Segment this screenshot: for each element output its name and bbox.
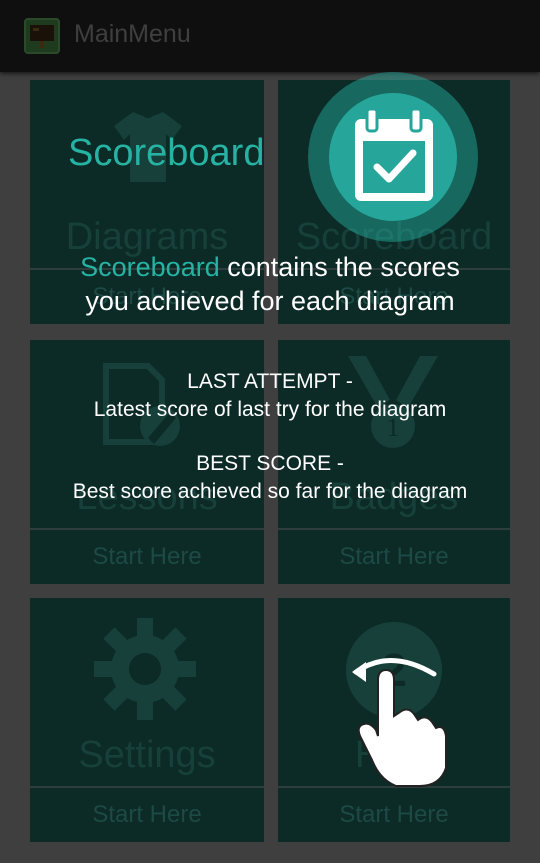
start-here-button[interactable]: Start Here xyxy=(30,268,264,324)
start-here-button[interactable]: Start Here xyxy=(30,528,264,584)
tile-title: Settings xyxy=(78,734,216,776)
tile-title: Lessons xyxy=(76,476,218,518)
medal-icon: 1 xyxy=(348,356,438,448)
tile-title: Scoreboard xyxy=(295,216,493,258)
action-bar: MainMenu xyxy=(0,0,540,72)
tile-scoreboard[interactable]: Scoreboard Start Here xyxy=(278,80,510,324)
shirt-icon xyxy=(114,112,182,182)
tile-settings[interactable]: Settings Start Here xyxy=(30,598,264,842)
start-here-button[interactable]: Start Here xyxy=(30,786,264,842)
svg-text:2: 2 xyxy=(381,644,407,696)
start-here-button[interactable]: Start Here xyxy=(278,268,510,324)
tile-title: Diagrams xyxy=(65,216,229,258)
start-here-button[interactable]: Start Here xyxy=(278,786,510,842)
tile-lessons[interactable]: Lessons Start Here xyxy=(30,340,264,584)
tile-help[interactable]: 2 Help Start Here xyxy=(278,598,510,842)
document-edit-icon xyxy=(103,363,180,446)
help-icon: 2 xyxy=(346,622,442,718)
tile-badges[interactable]: 1 Badges Start Here xyxy=(278,340,510,584)
tile-diagrams[interactable]: Diagrams Start Here xyxy=(30,80,264,324)
tile-title: Badges xyxy=(329,476,459,518)
gear-icon xyxy=(94,618,196,720)
start-here-button[interactable]: Start Here xyxy=(278,528,510,584)
svg-text:1: 1 xyxy=(387,413,400,442)
app-screen: MainMenu Diagrams Start Here Scoreboard … xyxy=(0,0,540,863)
tile-title: Help xyxy=(354,734,434,776)
app-title: MainMenu xyxy=(74,20,191,48)
app-logo-icon[interactable] xyxy=(24,18,60,54)
